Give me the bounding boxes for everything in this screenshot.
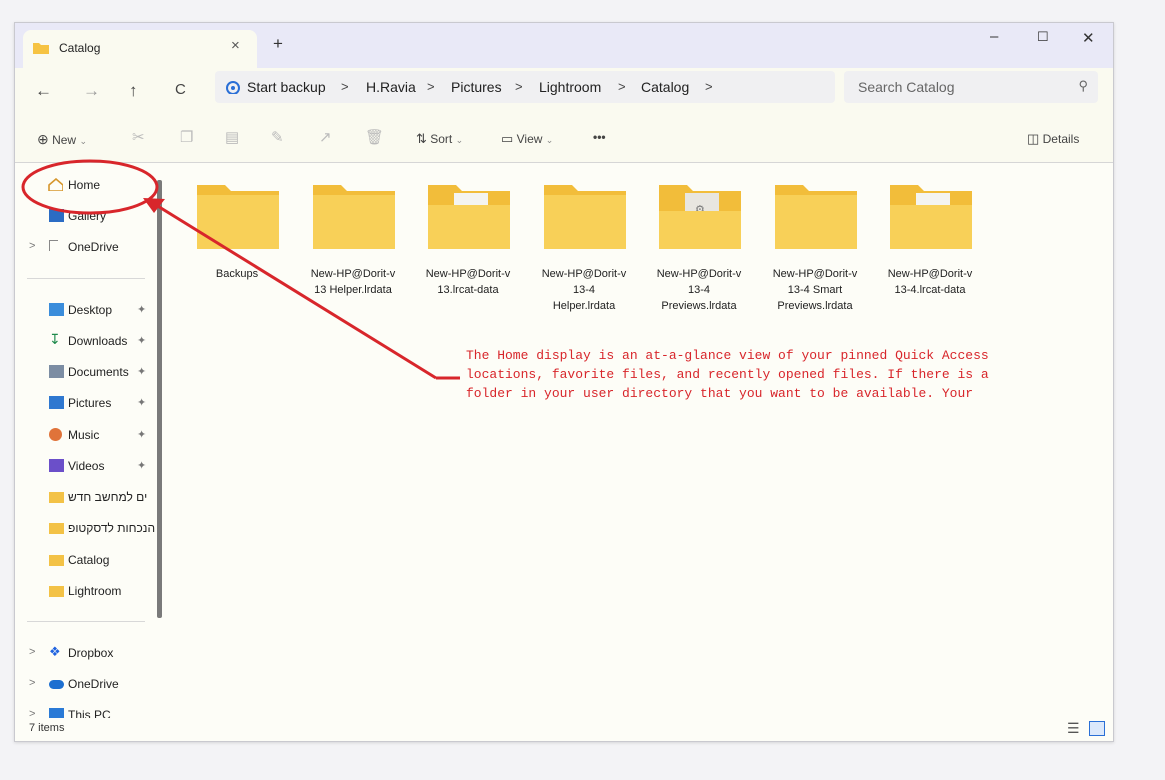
annotation-text: The Home display is an at-a-glance view … xyxy=(466,348,989,401)
highlight-ellipse xyxy=(21,159,159,215)
annotation-arrow-line xyxy=(155,203,437,380)
annotation-arrowhead xyxy=(143,198,165,213)
